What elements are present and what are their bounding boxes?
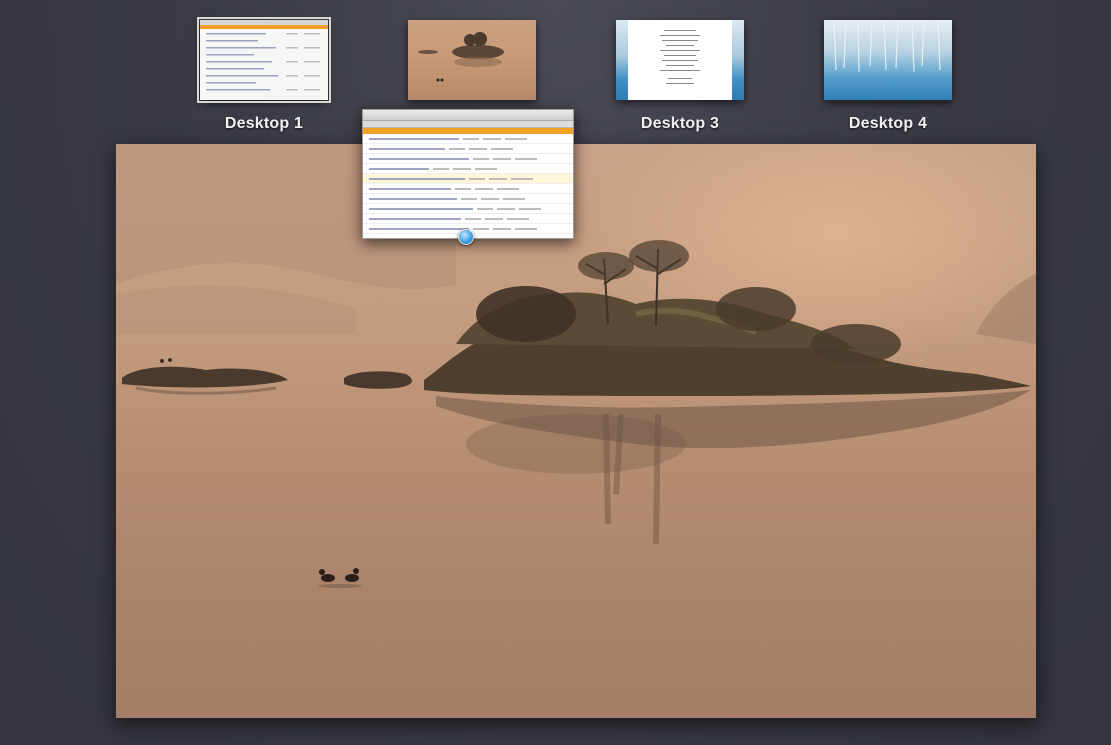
sunset-lake-preview [408,20,536,100]
current-desktop-wallpaper [116,144,1036,718]
list-item [363,214,573,224]
list-item [363,144,573,154]
desktop-3-thumbnail[interactable] [616,20,744,100]
desktop-1-thumbnail[interactable] [197,17,331,103]
ice-forest-preview [824,20,952,100]
list-item [363,194,573,204]
list-item [363,134,573,144]
desktop-2-thumbnail[interactable] [408,20,536,100]
desktop-3-label[interactable]: Desktop 3 [600,115,760,133]
dragged-browser-window[interactable] [362,109,574,239]
desktop-1-label[interactable]: Desktop 1 [184,115,344,133]
list-item [363,204,573,214]
browser-window-preview [200,20,328,100]
list-item [363,174,573,184]
list-item [363,184,573,194]
lake-island-scene [116,144,1036,718]
desktop-4-thumbnail[interactable] [824,20,952,100]
list-item [363,164,573,174]
safari-icon [458,229,474,245]
ice-document-preview [616,20,744,100]
window-titlebar[interactable] [363,110,573,121]
list-item [363,154,573,164]
desktop-4-label[interactable]: Desktop 4 [808,115,968,133]
window-toolbar [363,121,573,128]
